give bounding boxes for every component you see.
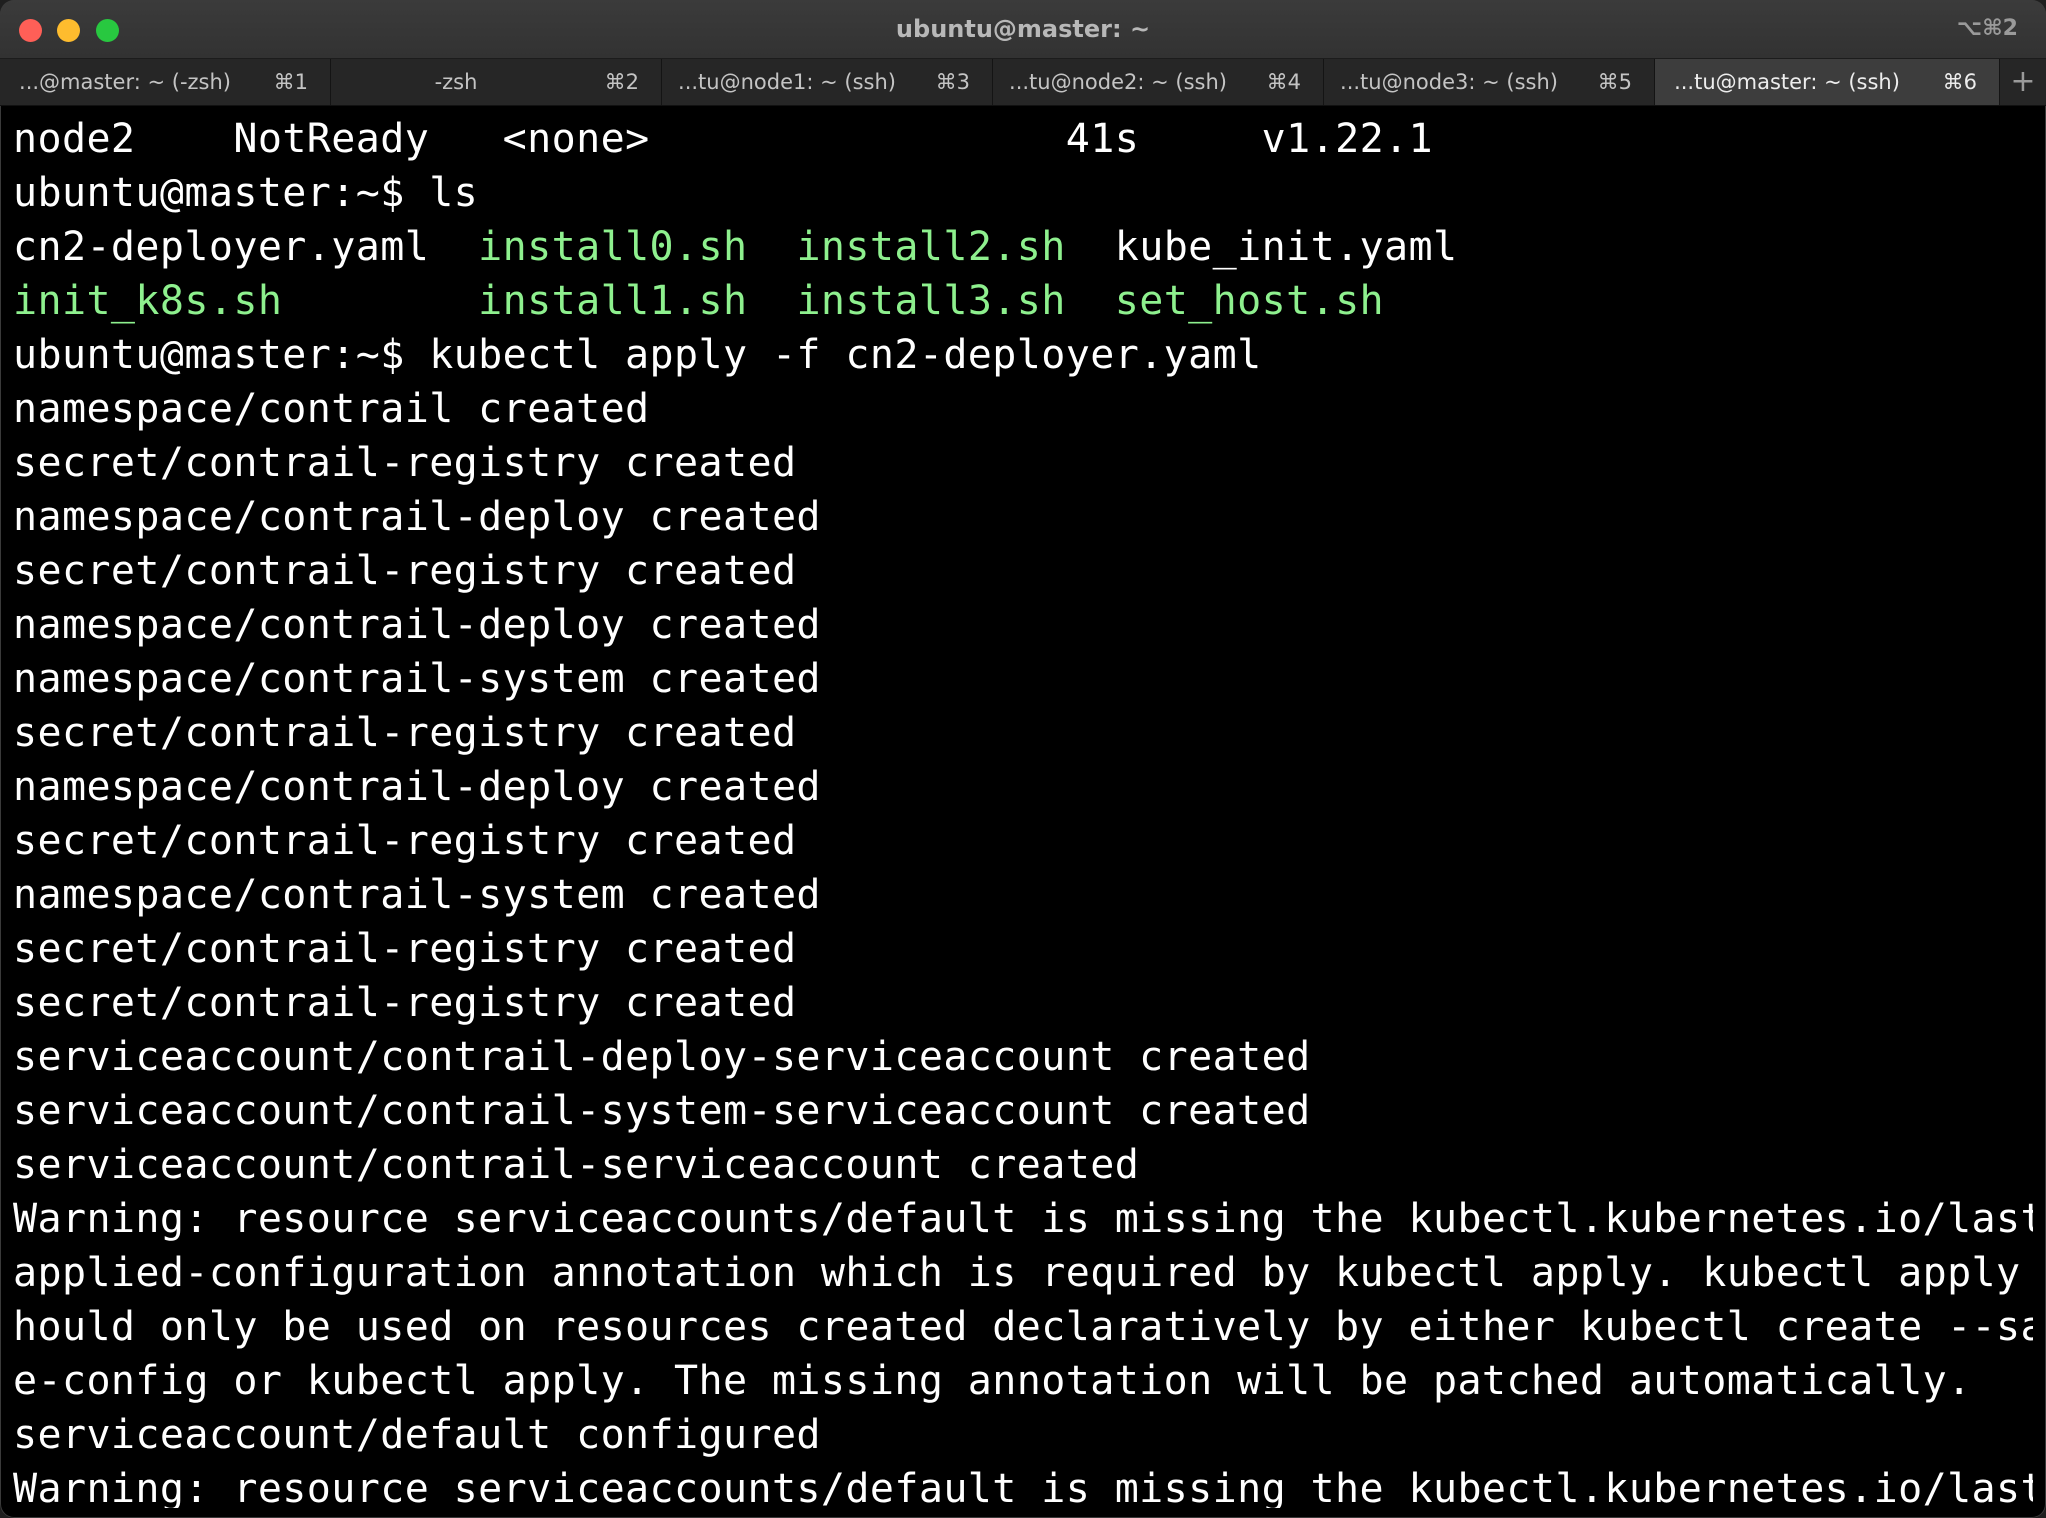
- node-version: v1.22.1: [1261, 116, 1434, 162]
- tab-label: ...tu@master: ~ (ssh): [1674, 70, 1900, 94]
- file-install0: install0.sh: [478, 224, 748, 270]
- tab-4[interactable]: ...tu@node2: ~ (ssh) ⌘4: [993, 59, 1324, 105]
- new-tab-button[interactable]: +: [2000, 59, 2046, 105]
- tab-shortcut: ⌘3: [935, 70, 970, 94]
- output-line: namespace/contrail-system created: [13, 656, 821, 702]
- ls-output-row-1: cn2-deployer.yaml install0.sh install2.s…: [13, 220, 2033, 274]
- tab-label: ...@master: ~ (-zsh): [19, 70, 231, 94]
- node-age: 41s: [1065, 116, 1140, 162]
- output-line: secret/contrail-registry created: [13, 818, 797, 864]
- output-line: serviceaccount/contrail-system-serviceac…: [13, 1088, 1311, 1134]
- ls-command-line: ubuntu@master:~$ ls: [13, 170, 479, 216]
- file-install2: install2.sh: [796, 224, 1066, 270]
- output-line: serviceaccount/contrail-deploy-serviceac…: [13, 1034, 1311, 1080]
- output-line: serviceaccount/default configured: [13, 1412, 821, 1458]
- warning-line: applied-configuration annotation which i…: [13, 1250, 2033, 1296]
- warning-line: hould only be used on resources created …: [13, 1304, 2033, 1350]
- tab-label: -zsh: [434, 70, 478, 94]
- tab-6-active[interactable]: ...tu@master: ~ (ssh) ⌘6: [1655, 59, 2000, 105]
- apply-command-line: ubuntu@master:~$ kubectl apply -f cn2-de…: [13, 332, 1262, 378]
- tab-shortcut: ⌘4: [1266, 70, 1301, 94]
- output-line: namespace/contrail-deploy created: [13, 764, 821, 810]
- output-line: secret/contrail-registry created: [13, 548, 797, 594]
- output-line: secret/contrail-registry created: [13, 710, 797, 756]
- node-status: NotReady: [233, 116, 430, 162]
- node-name: node2: [13, 116, 136, 162]
- tab-3[interactable]: ...tu@node1: ~ (ssh) ⌘3: [662, 59, 993, 105]
- warning-line: Warning: resource serviceaccounts/defaul…: [13, 1196, 2033, 1242]
- tab-shortcut: ⌘5: [1597, 70, 1632, 94]
- warning-line: e-config or kubectl apply. The missing a…: [13, 1358, 1972, 1404]
- output-line: secret/contrail-registry created: [13, 926, 797, 972]
- output-line: secret/contrail-registry created: [13, 440, 797, 486]
- tab-2[interactable]: -zsh ⌘2: [331, 59, 662, 105]
- file-init-k8s: init_k8s.sh: [13, 278, 283, 324]
- file-kube-init: kube_init.yaml: [1114, 224, 1458, 270]
- title-bar[interactable]: ubuntu@master: ~ ⌥⌘2: [0, 0, 2046, 59]
- warning-line: Warning: resource serviceaccounts/defaul…: [13, 1466, 2033, 1508]
- terminal-window: ubuntu@master: ~ ⌥⌘2 ...@master: ~ (-zsh…: [0, 0, 2046, 1518]
- file-install1: install1.sh: [478, 278, 748, 324]
- tab-label: ...tu@node1: ~ (ssh): [678, 70, 896, 94]
- tab-label: ...tu@node3: ~ (ssh): [1340, 70, 1558, 94]
- node-roles: <none>: [502, 116, 650, 162]
- output-line: namespace/contrail-deploy created: [13, 602, 821, 648]
- tab-shortcut: ⌘1: [273, 70, 308, 94]
- output-line: namespace/contrail-system created: [13, 872, 821, 918]
- output-line: serviceaccount/contrail-serviceaccount c…: [13, 1142, 1140, 1188]
- terminal-output[interactable]: node2 NotReady <none> 41s v1.22.1 ubuntu…: [13, 112, 2033, 1508]
- tab-1[interactable]: ...@master: ~ (-zsh) ⌘1: [0, 59, 331, 105]
- output-line: namespace/contrail created: [13, 386, 650, 432]
- tab-shortcut: ⌘6: [1942, 70, 1977, 94]
- output-line: namespace/contrail-deploy created: [13, 494, 821, 540]
- output-line: secret/contrail-registry created: [13, 980, 797, 1026]
- tab-label: ...tu@node2: ~ (ssh): [1009, 70, 1227, 94]
- file-cn2-deployer: cn2-deployer.yaml: [13, 224, 430, 270]
- window-shortcut: ⌥⌘2: [1956, 16, 2018, 41]
- file-set-host: set_host.sh: [1114, 278, 1385, 324]
- file-install3: install3.sh: [796, 278, 1066, 324]
- window-title: ubuntu@master: ~: [895, 15, 1151, 43]
- ls-output-row-2: init_k8s.sh install1.sh install3.sh set_…: [13, 274, 2033, 328]
- node-status-line: node2 NotReady <none> 41s v1.22.1: [13, 112, 2033, 166]
- tab-shortcut: ⌘2: [604, 70, 639, 94]
- tab-5[interactable]: ...tu@node3: ~ (ssh) ⌘5: [1324, 59, 1655, 105]
- tab-bar: ...@master: ~ (-zsh) ⌘1 -zsh ⌘2 ...tu@no…: [0, 59, 2046, 106]
